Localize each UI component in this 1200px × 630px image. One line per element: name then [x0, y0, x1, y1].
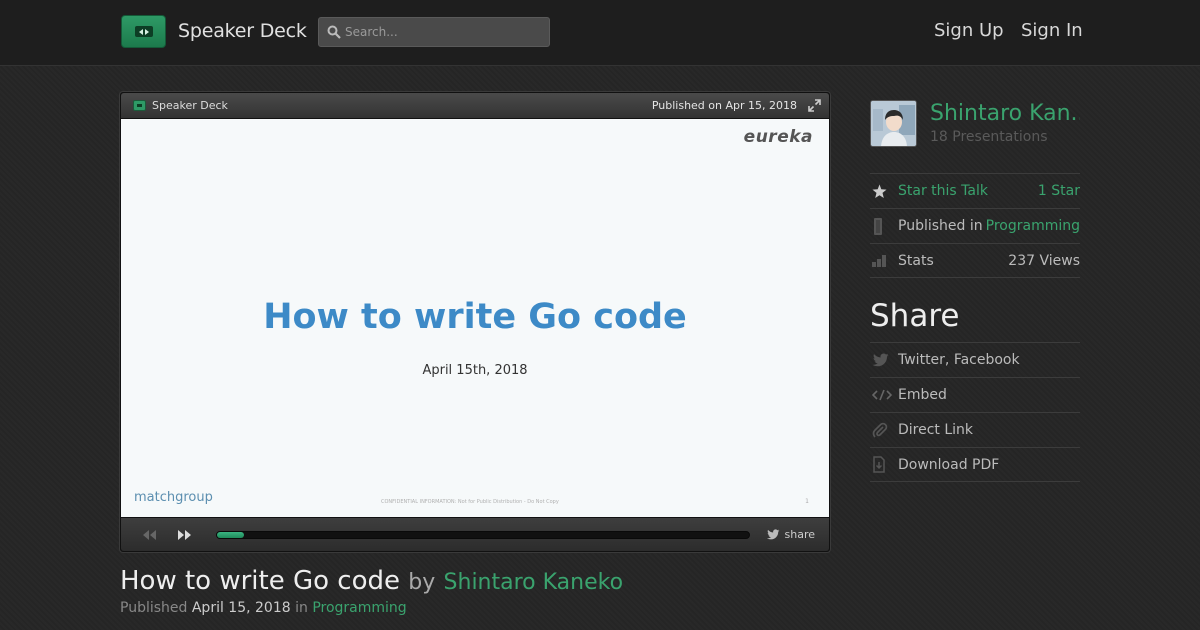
talk-published-date: April 15, 2018 — [191, 600, 291, 616]
matchgroup-logo: matchgroup — [134, 490, 213, 505]
star-icon — [870, 184, 898, 199]
share-direct-link-label: Direct Link — [898, 422, 974, 438]
talk-in-label: in — [295, 600, 308, 616]
star-talk-row[interactable]: Star this Talk 1 Star — [870, 173, 1080, 208]
slide-player: Speaker Deck Published on Apr 15, 2018 e… — [120, 92, 830, 552]
fullscreen-icon[interactable] — [808, 99, 821, 112]
talk-meta: Published April 15, 2018 in Programming — [120, 600, 407, 616]
slide-progress-bar[interactable] — [216, 531, 750, 539]
sign-up-link[interactable]: Sign Up — [934, 20, 1004, 41]
stats-views: 237 Views — [1008, 252, 1080, 269]
player-published-date: Published on Apr 15, 2018 — [651, 99, 797, 112]
talk-author-link[interactable]: Shintaro Kaneko — [444, 570, 624, 595]
slide-canvas[interactable]: eureka How to write Go code April 15th, … — [121, 119, 829, 517]
sidebar-author-link[interactable]: Shintaro Kan... — [930, 101, 1080, 126]
slide-progress-fill — [217, 532, 244, 538]
sign-in-link[interactable]: Sign In — [1021, 20, 1083, 41]
slide-confidential-note: CONFIDENTIAL INFORMATION: Not for Public… — [381, 499, 559, 505]
stats-row[interactable]: Stats 237 Views — [870, 243, 1080, 278]
download-pdf[interactable]: Download PDF — [870, 447, 1080, 482]
search-icon — [327, 25, 341, 39]
talk-actions-list: Star this Talk 1 Star Published in Progr… — [870, 173, 1080, 278]
player-controls: share — [121, 517, 829, 551]
bookmark-icon — [870, 217, 898, 235]
search-input[interactable] — [345, 25, 535, 39]
code-embed-icon — [870, 389, 898, 401]
talk-by-label: by — [408, 570, 436, 595]
next-slide-icon[interactable] — [177, 529, 193, 541]
published-in-row: Published in Programming — [870, 208, 1080, 243]
eureka-logo: eureka — [743, 127, 813, 147]
slide-date: April 15th, 2018 — [422, 363, 528, 378]
avatar[interactable] — [870, 100, 917, 147]
talk-published-label: Published — [120, 600, 188, 616]
slide-page-number: 1 — [805, 498, 809, 505]
share-embed[interactable]: Embed — [870, 377, 1080, 412]
stats-label: Stats — [898, 252, 934, 269]
share-list: Twitter, Facebook Embed Direct Link Down… — [870, 342, 1080, 482]
player-brand: Speaker Deck — [152, 99, 228, 112]
player-top-bar: Speaker Deck Published on Apr 15, 2018 — [121, 93, 829, 119]
talk-category-link[interactable]: Programming — [312, 600, 406, 616]
brand-link[interactable]: Speaker Deck — [178, 20, 307, 42]
share-direct-link[interactable]: Direct Link — [870, 412, 1080, 447]
published-in-label: Published in — [898, 218, 983, 234]
player-share-button[interactable]: share — [766, 528, 816, 541]
bar-chart-icon — [870, 254, 898, 267]
star-count[interactable]: 1 Star — [1038, 183, 1080, 199]
talk-title-line: How to write Go code by Shintaro Kaneko — [120, 566, 623, 596]
paperclip-icon — [870, 422, 898, 438]
previous-slide-icon[interactable] — [141, 529, 157, 541]
share-twitter-facebook[interactable]: Twitter, Facebook — [870, 342, 1080, 377]
talk-title: How to write Go code — [120, 566, 401, 596]
star-talk-link[interactable]: Star this Talk — [898, 183, 988, 199]
share-embed-label: Embed — [898, 387, 947, 403]
published-in-category-link[interactable]: Programming — [986, 218, 1080, 234]
presentation-count: 18 Presentations — [930, 129, 1048, 145]
twitter-icon — [870, 353, 898, 367]
avatar-illustration — [871, 101, 916, 146]
download-pdf-icon — [870, 456, 898, 473]
share-twitter-facebook-label: Twitter, Facebook — [898, 352, 1020, 368]
speaker-deck-mini-icon — [133, 100, 146, 111]
speaker-deck-logo-icon[interactable] — [121, 15, 166, 48]
download-pdf-label: Download PDF — [898, 456, 1000, 473]
site-header: Speaker Deck Sign Up Sign In — [0, 0, 1200, 66]
share-heading: Share — [870, 298, 960, 334]
slide-title: How to write Go code — [263, 297, 687, 337]
twitter-bird-icon — [766, 529, 779, 540]
search-box[interactable] — [318, 17, 550, 47]
player-share-label: share — [784, 528, 816, 541]
